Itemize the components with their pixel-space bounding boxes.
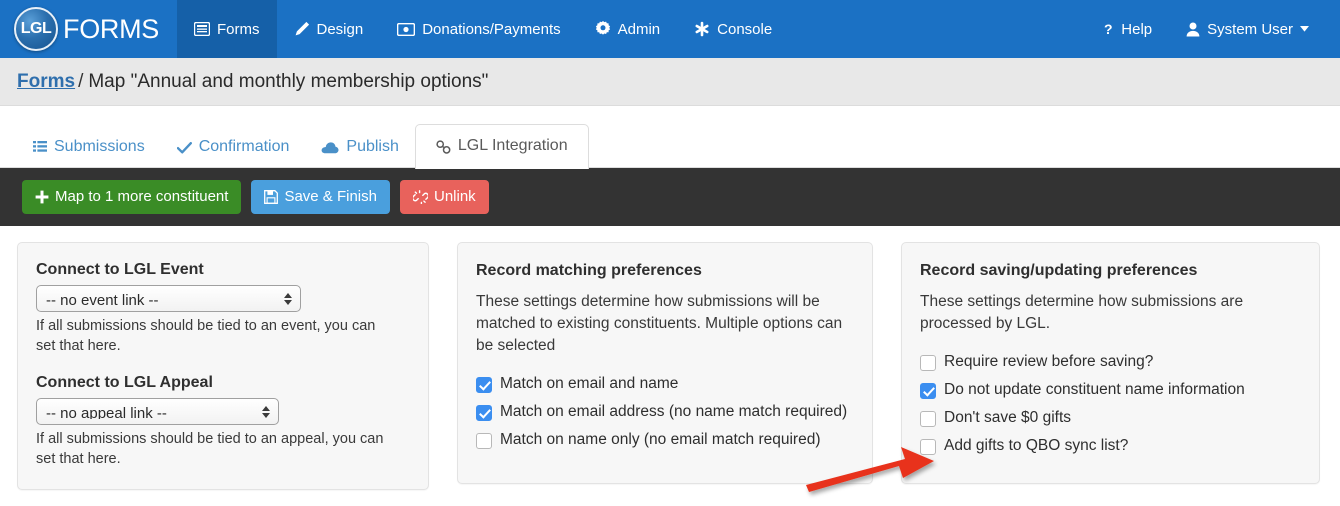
tab-label-publish: Publish (346, 138, 399, 156)
brand-word: FORMS (63, 13, 159, 44)
forms-icon (194, 22, 210, 36)
unlink-button[interactable]: Unlink (399, 180, 489, 214)
checkbox-match-email-address[interactable] (476, 404, 492, 421)
checkbox-row-dont-save-zero-gifts[interactable]: Don't save $0 gifts (920, 408, 1299, 428)
checkbox-match-name-only[interactable] (476, 433, 492, 450)
checkbox-label-match-email-and-name: Match on email and name (500, 374, 679, 392)
secondary-nav: ? Help System User (1087, 0, 1340, 58)
tab-label-confirmation: Confirmation (198, 138, 290, 156)
nav-label-donations: Donations/Payments (422, 20, 561, 38)
checkbox-dont-save-zero-dollar-gifts[interactable] (920, 411, 936, 428)
tab-lgl-integration[interactable]: LGL Integration (414, 124, 589, 169)
user-icon (1186, 22, 1200, 37)
record-saving-description: These settings determine how submissions… (920, 292, 1244, 332)
nav-label-system-user: System User (1207, 20, 1293, 38)
checkbox-require-review-before-saving[interactable] (920, 354, 936, 371)
page-root: LGL FORMS Forms Design Donations/Payment… (0, 0, 1340, 506)
tab-label-lgl-integration: LGL Integration (457, 137, 568, 155)
check-icon (176, 141, 192, 154)
connect-to-lgl-event-label: Connect to LGL Event (36, 261, 204, 278)
lgl-event-select[interactable]: -- no event link -- (36, 285, 301, 312)
panel-record-saving-preferences: Record saving/updating preferences These… (901, 242, 1320, 484)
cloud-icon (321, 141, 339, 154)
tab-submissions[interactable]: Submissions (17, 127, 161, 168)
event-help-text: If all submissions should be tied to an … (36, 318, 376, 354)
nav-label-forms: Forms (217, 20, 260, 38)
appeal-select-wrapper: -- no appeal link -- (36, 398, 279, 425)
record-matching-description: These settings determine how submissions… (476, 292, 843, 354)
record-matching-options: Match on email and name Match on email a… (476, 374, 852, 450)
nav-label-design: Design (316, 20, 364, 38)
checkbox-label-dont-save-zero-gifts: Don't save $0 gifts (944, 409, 1072, 427)
checkbox-row-add-gifts-qbo-sync[interactable]: Add gifts to QBO sync list? (920, 436, 1299, 456)
nav-label-help: Help (1121, 20, 1153, 38)
panel-connect-event-appeal: Connect to LGL Event -- no event link --… (17, 242, 429, 490)
brand-logo[interactable]: LGL FORMS (0, 0, 177, 58)
nav-item-admin[interactable]: Admin (578, 0, 678, 58)
gear-icon (595, 21, 611, 37)
checkbox-label-match-email-address: Match on email address (no name match re… (500, 402, 848, 420)
tab-label-submissions: Submissions (54, 138, 145, 156)
record-saving-options: Require review before saving? Do not upd… (920, 352, 1299, 457)
list-icon (33, 141, 47, 154)
action-toolbar: Map to 1 more constituent Save & Finish … (0, 168, 1340, 226)
lgl-circle-logo-icon: LGL (14, 7, 58, 51)
broken-link-icon (412, 190, 428, 204)
checkbox-row-match-email-address[interactable]: Match on email address (no name match re… (476, 402, 852, 422)
record-matching-title: Record matching preferences (476, 262, 702, 279)
checkbox-row-require-review[interactable]: Require review before saving? (920, 352, 1299, 372)
question-mark-icon: ? (1104, 22, 1114, 37)
record-saving-title: Record saving/updating preferences (920, 262, 1198, 279)
floppy-disk-icon (264, 190, 279, 204)
appeal-help-text: If all submissions should be tied to an … (36, 431, 384, 467)
checkbox-label-require-review: Require review before saving? (944, 352, 1154, 370)
map-to-more-constituent-label: Map to 1 more constituent (55, 188, 229, 205)
nav-item-design[interactable]: Design (277, 0, 381, 58)
breadcrumb: Forms / Map "Annual and monthly membersh… (0, 58, 1340, 106)
nav-item-console[interactable]: Console (677, 0, 789, 58)
checkbox-match-email-and-name[interactable] (476, 376, 492, 393)
tab-confirmation[interactable]: Confirmation (161, 127, 306, 168)
breadcrumb-current-page: Map "Annual and monthly membership optio… (88, 70, 489, 92)
checkbox-label-add-gifts-qbo-sync: Add gifts to QBO sync list? (944, 437, 1129, 455)
nav-item-donations-payments[interactable]: Donations/Payments (380, 0, 577, 58)
event-select-wrapper: -- no event link -- (36, 285, 301, 312)
panel-record-matching-preferences: Record matching preferences These settin… (457, 242, 873, 484)
primary-nav: Forms Design Donations/Payments Admin Co… (177, 0, 789, 58)
svg-text:?: ? (1104, 22, 1113, 37)
settings-panels: Connect to LGL Event -- no event link --… (0, 226, 1340, 490)
checkbox-label-match-name-only: Match on name only (no email match requi… (500, 431, 821, 449)
plus-icon (35, 190, 49, 204)
nav-item-forms[interactable]: Forms (177, 0, 277, 58)
nav-item-system-user[interactable]: System User (1169, 0, 1326, 58)
nav-label-admin: Admin (617, 20, 661, 38)
save-and-finish-label: Save & Finish (284, 188, 377, 205)
save-and-finish-button[interactable]: Save & Finish (251, 180, 390, 214)
caret-down-icon (1300, 26, 1309, 32)
breadcrumb-separator: / (78, 70, 84, 92)
nav-item-help[interactable]: ? Help (1087, 0, 1169, 58)
link-chain-icon (436, 139, 451, 154)
tab-bar: Submissions Confirmation Publish LGL Int… (0, 106, 1340, 169)
checkbox-row-match-name-only[interactable]: Match on name only (no email match requi… (476, 430, 852, 450)
checkbox-label-do-not-update-name: Do not update constituent name informati… (944, 380, 1245, 398)
logo-badge-text: LGL (20, 20, 52, 37)
connect-to-lgl-appeal-label: Connect to LGL Appeal (36, 374, 213, 391)
checkbox-row-do-not-update-name[interactable]: Do not update constituent name informati… (920, 380, 1299, 400)
lgl-appeal-select[interactable]: -- no appeal link -- (36, 398, 279, 425)
asterisk-icon (694, 21, 710, 37)
money-bill-icon (397, 22, 416, 36)
map-to-more-constituent-button[interactable]: Map to 1 more constituent (22, 180, 242, 214)
checkbox-row-match-email-and-name[interactable]: Match on email and name (476, 374, 852, 394)
top-navbar: LGL FORMS Forms Design Donations/Payment… (0, 0, 1340, 58)
checkbox-do-not-update-constituent-name[interactable] (920, 382, 936, 399)
tab-publish[interactable]: Publish (305, 127, 414, 168)
breadcrumb-link-forms[interactable]: Forms (17, 71, 75, 93)
checkbox-add-gifts-to-qbo-sync-list[interactable] (920, 439, 936, 456)
pencil-icon (294, 21, 310, 37)
unlink-label: Unlink (433, 188, 476, 205)
nav-label-console: Console (717, 20, 773, 38)
